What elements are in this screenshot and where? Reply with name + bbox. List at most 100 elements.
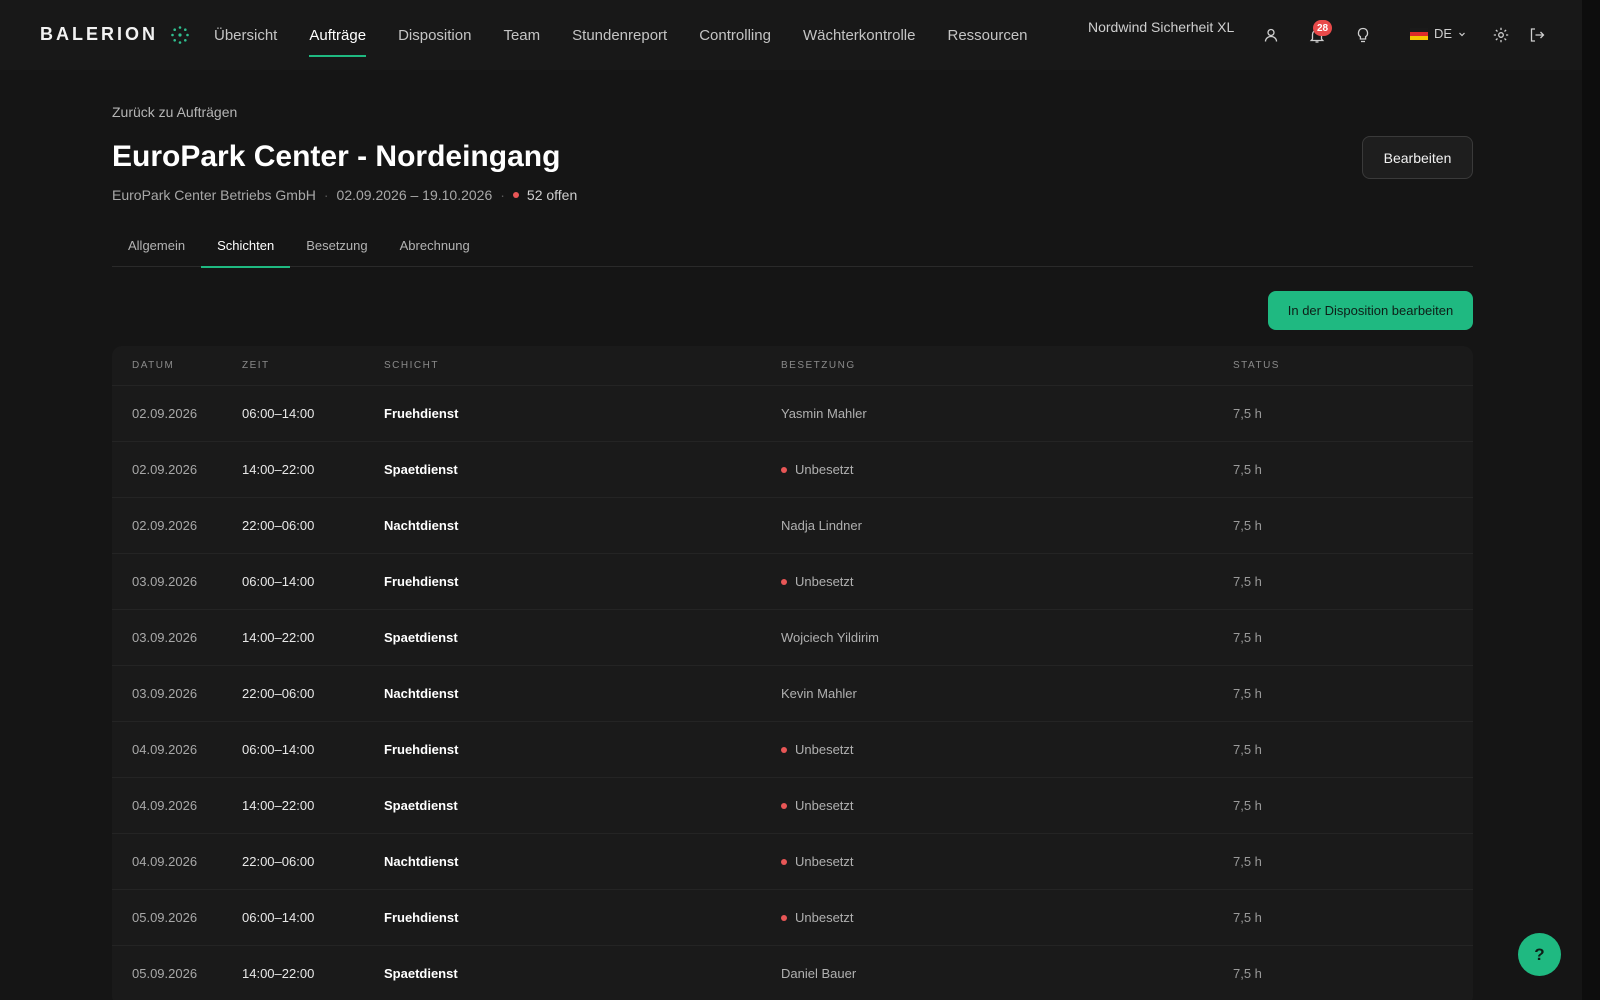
cell-shift: Spaetdienst xyxy=(384,966,458,981)
table-row[interactable]: 04.09.2026 22:00–06:00 Nachtdienst Unbesetz… xyxy=(112,834,1473,890)
meta-separator: · xyxy=(500,187,505,203)
column-header-time[interactable]: ZEIT xyxy=(242,360,384,371)
cell-shift: Spaetdienst xyxy=(384,798,458,813)
cell-shift: Fruehdienst xyxy=(384,910,459,925)
table-row[interactable]: 03.09.2026 14:00–22:00 Spaetdienst Wojciech… xyxy=(112,610,1473,666)
help-button[interactable]: ? xyxy=(1518,933,1561,976)
cell-shift: Nachtdienst xyxy=(384,686,459,701)
tab-1[interactable]: Schichten xyxy=(201,230,291,268)
scroll-gutter xyxy=(1582,0,1600,1000)
table-row[interactable]: 04.09.2026 06:00–14:00 Fruehdienst Unbesetz… xyxy=(112,722,1473,778)
cell-status: 7,5 h xyxy=(1233,406,1262,421)
column-header-status[interactable]: STATUS xyxy=(1233,360,1433,371)
staff-name: Unbesetzt xyxy=(795,742,854,757)
cell-date: 05.09.2026 xyxy=(132,966,198,981)
staff-name: Unbesetzt xyxy=(795,910,854,925)
unstaffed-dot xyxy=(781,746,787,753)
order-meta: EuroPark Center Betriebs GmbH · 02.09.20… xyxy=(112,187,577,203)
logo-mark-icon xyxy=(171,25,189,44)
table-row[interactable]: 02.09.2026 22:00–06:00 Nachtdienst Nadja Li… xyxy=(112,498,1473,554)
table-row[interactable]: 05.09.2026 06:00–14:00 Fruehdienst Unbesetz… xyxy=(112,890,1473,946)
cell-date: 04.09.2026 xyxy=(132,798,198,813)
table-body: 02.09.2026 06:00–14:00 Fruehdienst Yasmin M… xyxy=(112,386,1473,1000)
cell-time: 06:00–14:00 xyxy=(242,742,315,757)
cell-staffing: Unbesetzt xyxy=(781,742,1233,757)
cell-date: 02.09.2026 xyxy=(132,462,198,477)
cell-staffing: Unbesetzt xyxy=(781,854,1233,869)
staff-name: Nadja Lindner xyxy=(781,518,862,533)
unstaffed-dot xyxy=(781,466,787,473)
cell-staffing: Nadja Lindner xyxy=(781,518,1233,533)
column-header-staffing[interactable]: BESETZUNG xyxy=(781,360,1233,371)
company-name[interactable]: Nordwind Sicherheit XL xyxy=(1088,19,1234,35)
notification-badge: 28 xyxy=(1313,20,1332,36)
cell-time: 06:00–14:00 xyxy=(242,406,315,421)
gear-icon[interactable] xyxy=(1492,26,1510,44)
user-icon[interactable] xyxy=(1262,26,1280,44)
nav-item-3[interactable]: Team xyxy=(503,0,540,70)
cell-staffing: Unbesetzt xyxy=(781,574,1233,589)
cell-staffing: Unbesetzt xyxy=(781,910,1233,925)
cell-status: 7,5 h xyxy=(1233,518,1262,533)
meta-separator: · xyxy=(323,187,329,203)
cell-time: 14:00–22:00 xyxy=(242,966,315,981)
cell-time: 14:00–22:00 xyxy=(242,630,315,645)
back-link[interactable]: Zurück zu Aufträgen xyxy=(112,104,237,120)
flag-de-icon xyxy=(1410,27,1428,40)
order-period: 02.09.2026 – 19.10.2026 xyxy=(336,187,493,203)
logout-icon[interactable] xyxy=(1528,26,1546,44)
tab-0[interactable]: Allgemein xyxy=(112,230,201,267)
column-header-shift[interactable]: SCHICHT xyxy=(384,360,781,371)
cell-status: 7,5 h xyxy=(1233,742,1262,757)
staff-name: Wojciech Yildirim xyxy=(781,630,880,645)
cell-date: 03.09.2026 xyxy=(132,630,198,645)
nav-item-7[interactable]: Ressourcen xyxy=(947,0,1027,70)
cell-time: 14:00–22:00 xyxy=(242,798,315,813)
nav-item-5[interactable]: Controlling xyxy=(699,0,771,70)
page: BALERION Übersicht Aufträge Disposition Tea… xyxy=(0,0,1600,1000)
nav-item-1[interactable]: Aufträge xyxy=(309,0,366,70)
table-row[interactable]: 04.09.2026 14:00–22:00 Spaetdienst Unbesetz… xyxy=(112,778,1473,834)
tab-3[interactable]: Abrechnung xyxy=(384,230,486,267)
cell-shift: Spaetdienst xyxy=(384,630,458,645)
cell-shift: Spaetdienst xyxy=(384,462,458,477)
edit-in-disposition-button[interactable]: In der Disposition bearbeiten xyxy=(1268,291,1473,330)
cell-shift: Fruehdienst xyxy=(384,406,459,421)
table-header: DATUM ZEIT SCHICHT BESETZUNG STATUS xyxy=(112,346,1473,386)
cell-date: 04.09.2026 xyxy=(132,742,198,757)
cell-time: 22:00–06:00 xyxy=(242,686,315,701)
unstaffed-dot xyxy=(781,578,787,585)
cell-shift: Fruehdienst xyxy=(384,742,459,757)
cell-status: 7,5 h xyxy=(1233,966,1262,981)
edit-button[interactable]: Bearbeiten xyxy=(1362,136,1473,179)
unstaffed-dot xyxy=(781,858,787,865)
cell-time: 14:00–22:00 xyxy=(242,462,315,477)
column-header-date[interactable]: DATUM xyxy=(112,360,242,371)
cell-date: 03.09.2026 xyxy=(132,686,198,701)
cell-time: 22:00–06:00 xyxy=(242,854,315,869)
table-row[interactable]: 03.09.2026 22:00–06:00 Nachtdienst Kevin Ma… xyxy=(112,666,1473,722)
tab-2[interactable]: Besetzung xyxy=(290,230,383,267)
nav-item-6[interactable]: Wächterkontrolle xyxy=(803,0,916,70)
cell-date: 05.09.2026 xyxy=(132,910,198,925)
nav-item-0[interactable]: Übersicht xyxy=(214,0,277,70)
logo[interactable]: BALERION xyxy=(40,24,190,45)
cell-time: 06:00–14:00 xyxy=(242,574,315,589)
lightbulb-icon[interactable] xyxy=(1354,26,1372,44)
table-row[interactable]: 02.09.2026 06:00–14:00 Fruehdienst Yasmin M… xyxy=(112,386,1473,442)
table-row[interactable]: 02.09.2026 14:00–22:00 Spaetdienst Unbesetz… xyxy=(112,442,1473,498)
top-navigation: BALERION Übersicht Aufträge Disposition Tea… xyxy=(0,0,1582,70)
cell-staffing: Unbesetzt xyxy=(781,798,1233,813)
language-selector[interactable]: DE xyxy=(1410,26,1466,41)
table-row[interactable]: 03.09.2026 06:00–14:00 Fruehdienst Unbesetz… xyxy=(112,554,1473,610)
unstaffed-dot xyxy=(781,802,787,809)
nav-item-2[interactable]: Disposition xyxy=(398,0,471,70)
table-row[interactable]: 05.09.2026 14:00–22:00 Spaetdienst Daniel B… xyxy=(112,946,1473,1000)
nav-item-4[interactable]: Stundenreport xyxy=(572,0,667,70)
cell-status: 7,5 h xyxy=(1233,910,1262,925)
cell-date: 03.09.2026 xyxy=(132,574,198,589)
cell-staffing: Daniel Bauer xyxy=(781,966,1233,981)
cell-date: 04.09.2026 xyxy=(132,854,198,869)
staff-name: Yasmin Mahler xyxy=(781,406,867,421)
cell-staffing: Wojciech Yildirim xyxy=(781,630,1233,645)
